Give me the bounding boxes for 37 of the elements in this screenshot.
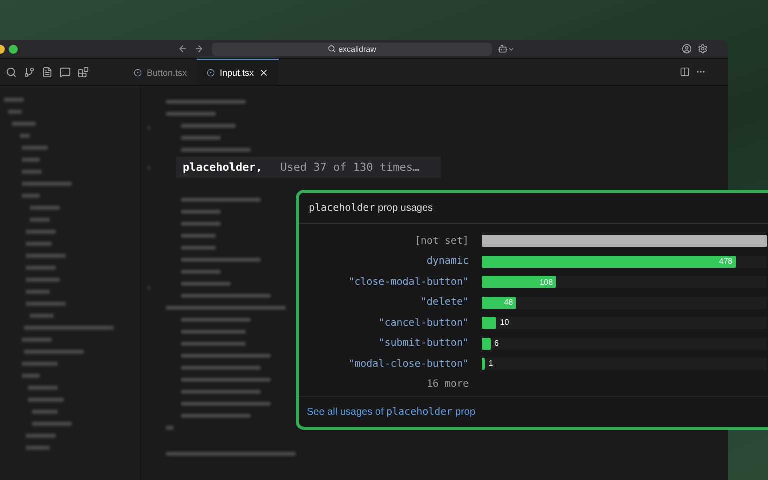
more-label[interactable]: 16 more (299, 379, 469, 390)
settings-icon[interactable] (698, 44, 708, 54)
search-field[interactable]: excalidraw (212, 42, 492, 56)
usage-count: 10 (500, 317, 510, 330)
usage-hint: Used 37 of 130 times… (280, 161, 420, 174)
file-type-icon (134, 68, 142, 76)
see-all-usages-link[interactable]: See all usages of placeholder prop (307, 406, 476, 418)
usage-label: "submit-button" (378, 338, 469, 350)
close-icon[interactable] (259, 68, 270, 78)
blocks-icon[interactable] (78, 66, 89, 78)
usage-label: "cancel-button" (378, 318, 469, 329)
usage-label: [not set] (414, 236, 469, 247)
branch-icon[interactable] (24, 66, 35, 78)
file-type-icon (207, 68, 216, 76)
forward-arrow-icon[interactable] (194, 44, 204, 54)
editor-tab[interactable]: Button.tsx (124, 59, 198, 85)
usage-label: dynamic (426, 256, 469, 268)
back-arrow-icon[interactable] (178, 44, 188, 54)
usage-count: 478 (719, 257, 733, 266)
usage-label: "delete" (420, 297, 469, 308)
popup-title: placeholder prop usages (309, 202, 434, 214)
usage-label: "modal-close-button" (348, 358, 469, 370)
usage-count: 1 (488, 358, 494, 370)
robot-icon[interactable] (498, 44, 515, 54)
usage-count: 48 (504, 298, 514, 308)
zoom-dot[interactable] (9, 44, 18, 54)
editor-tab[interactable]: Input.tsx (197, 59, 280, 85)
split-editor-icon[interactable] (680, 67, 690, 77)
chat-icon[interactable] (60, 66, 71, 78)
account-icon[interactable] (682, 44, 692, 54)
usage-count: 108 (540, 278, 554, 287)
file-icon[interactable] (42, 66, 53, 78)
code-text: placeholder, (183, 161, 262, 174)
search-icon (328, 45, 336, 53)
usage-count: 6 (494, 338, 499, 350)
search-icon[interactable] (6, 66, 17, 78)
usage-label: "close-modal-button" (348, 276, 469, 288)
